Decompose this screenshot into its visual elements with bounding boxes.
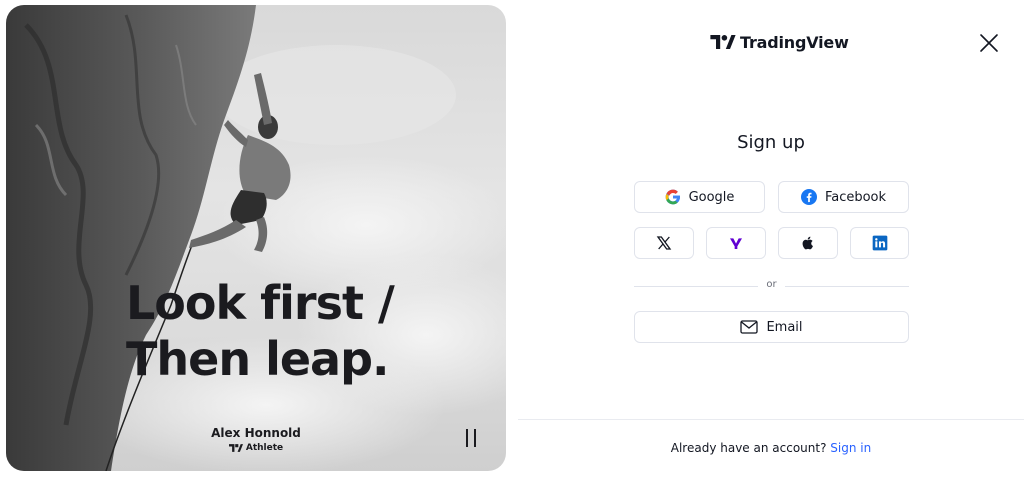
signin-link[interactable]: Sign in xyxy=(830,441,871,455)
pause-icon xyxy=(466,429,468,447)
pause-button[interactable] xyxy=(461,427,481,449)
google-label: Google xyxy=(688,189,735,205)
tradingview-logo-icon xyxy=(710,35,736,49)
athlete-label: Athlete xyxy=(245,443,284,453)
or-separator: or xyxy=(766,279,777,290)
footer-divider xyxy=(518,419,1024,420)
divider-left xyxy=(634,286,758,287)
close-button[interactable] xyxy=(975,29,1003,57)
slogan-line-2: Then leap. xyxy=(126,332,390,386)
facebook-label: Facebook xyxy=(824,189,887,205)
apple-signup-button[interactable] xyxy=(778,227,838,259)
x-icon xyxy=(656,236,672,250)
yahoo-signup-button[interactable] xyxy=(706,227,766,259)
hero-slogan: Look first / Then leap. xyxy=(126,275,446,387)
google-icon xyxy=(665,189,680,205)
tradingview-small-logo-icon xyxy=(228,444,243,452)
apple-icon xyxy=(802,236,813,250)
signin-prompt: Already have an account? Sign in xyxy=(518,441,1024,455)
x-signup-button[interactable] xyxy=(634,227,694,259)
close-icon xyxy=(980,34,998,52)
linkedin-signup-button[interactable] xyxy=(850,227,909,259)
hero-panel: Look first / Then leap. Alex Honnold Ath… xyxy=(6,5,506,471)
facebook-signup-button[interactable]: Facebook xyxy=(778,181,909,213)
divider-right xyxy=(785,286,909,287)
yahoo-icon xyxy=(730,238,742,249)
email-label: Email xyxy=(766,319,803,335)
linkedin-icon xyxy=(872,235,887,251)
climber-photo xyxy=(6,5,506,471)
slogan-line-1: Look first / xyxy=(126,276,395,330)
mail-icon xyxy=(740,320,759,334)
signup-title: Sign up xyxy=(737,132,805,153)
brand-name: TradingView xyxy=(740,32,849,52)
athlete-tag: Athlete xyxy=(186,443,326,453)
signin-question: Already have an account? xyxy=(670,441,827,455)
google-signup-button[interactable]: Google xyxy=(634,181,765,213)
athlete-name: Alex Honnold xyxy=(211,426,301,440)
email-signup-button[interactable]: Email xyxy=(634,311,909,343)
facebook-icon xyxy=(800,189,817,205)
tradingview-logo[interactable]: TradingView xyxy=(710,30,849,54)
